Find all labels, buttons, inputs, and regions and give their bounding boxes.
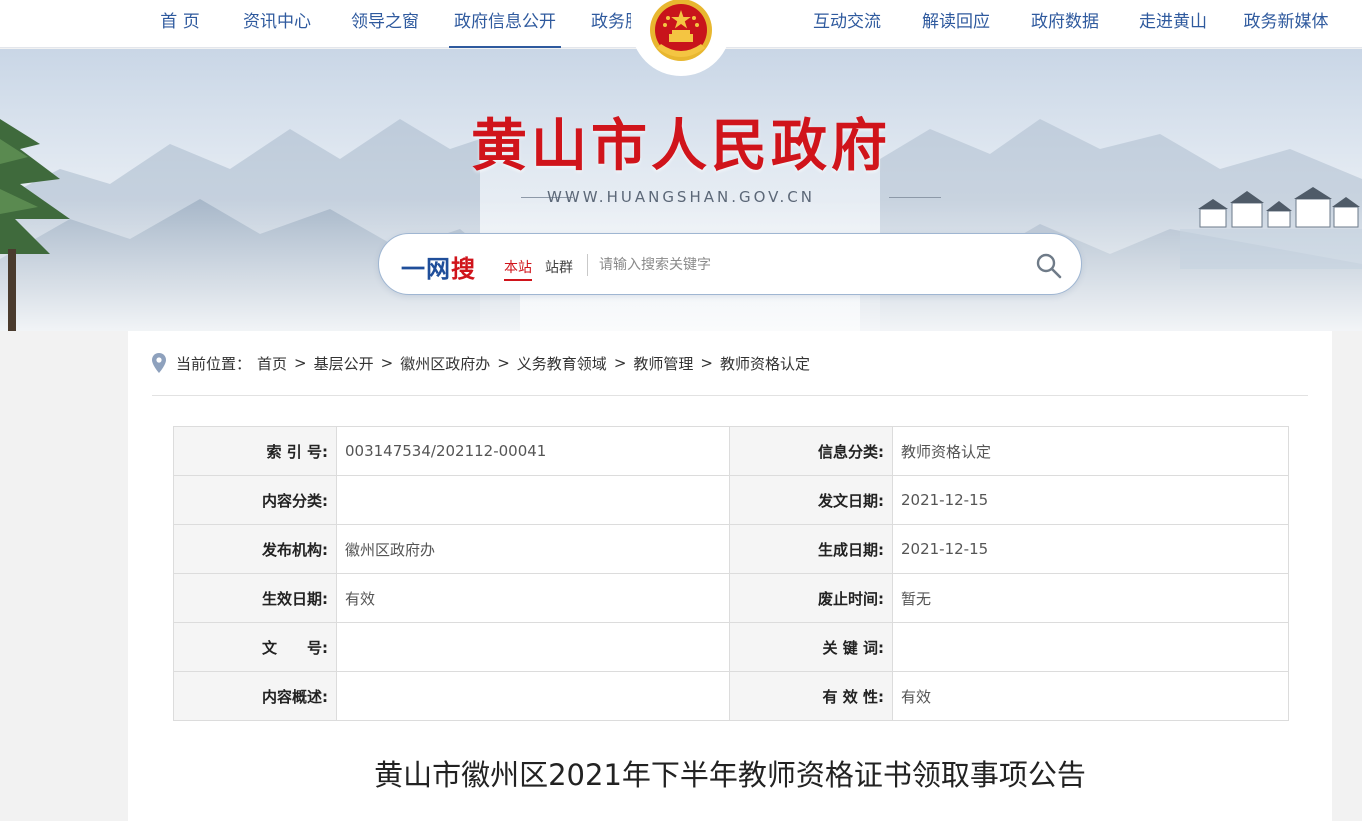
meta-key: 废止时间:: [729, 573, 893, 623]
breadcrumb-separator: >: [380, 354, 394, 372]
meta-key: 内容分类:: [173, 475, 337, 525]
breadcrumb-separator: >: [700, 354, 713, 372]
meta-value: [336, 671, 730, 721]
document-metadata-table: 索 引 号: 003147534/202112-00041 信息分类: 教师资格…: [173, 426, 1289, 721]
site-url: WWW.HUANGSHAN.GOV.CN: [547, 188, 815, 206]
meta-value: 2021-12-15: [892, 475, 1289, 525]
breadcrumb-huizhou-office[interactable]: 徽州区政府办: [400, 353, 490, 374]
breadcrumb-separator: >: [294, 354, 307, 372]
nav-item-home[interactable]: 首 页: [150, 0, 210, 48]
breadcrumb-home[interactable]: 首页: [257, 353, 287, 374]
meta-key: 内容概述:: [173, 671, 337, 721]
breadcrumb-divider: [152, 395, 1308, 396]
breadcrumb-separator: >: [613, 354, 627, 372]
meta-key: 文 号:: [173, 622, 337, 672]
meta-value: 有效: [336, 573, 730, 623]
meta-key: 信息分类:: [729, 426, 893, 476]
meta-key: 发布机构:: [173, 524, 337, 574]
breadcrumb-label: 当前位置：: [176, 354, 252, 373]
nav-item-gov-info-disclosure[interactable]: 政府信息公开: [449, 0, 561, 48]
breadcrumb-teacher-certification[interactable]: 教师资格认定: [720, 353, 810, 374]
breadcrumb-grassroots[interactable]: 基层公开: [314, 353, 374, 374]
meta-value: 有效: [892, 671, 1289, 721]
meta-value: [336, 622, 730, 672]
meta-value: 2021-12-15: [892, 524, 1289, 574]
nav-item-about-huangshan[interactable]: 走进黄山: [1128, 0, 1218, 48]
meta-value: [892, 622, 1289, 672]
table-row: 生效日期: 有效 废止时间: 暂无: [173, 573, 1289, 623]
meta-value: [336, 475, 730, 525]
header-banner: 黄山市人民政府 WWW.HUANGSHAN.GOV.CN 一网搜 本站 站群: [0, 49, 1362, 331]
search-scope-site-group[interactable]: 站群: [545, 257, 573, 277]
map-pin-icon: [152, 353, 166, 373]
meta-value: 003147534/202112-00041: [336, 426, 730, 476]
breadcrumb-separator: >: [497, 354, 510, 372]
article-title: 黄山市徽州区2021年下半年教师资格证书领取事项公告: [374, 758, 1086, 792]
nav-item-new-media[interactable]: 政务新媒体: [1236, 0, 1336, 48]
meta-key: 有 效 性:: [729, 671, 893, 721]
meta-key: 发文日期:: [729, 475, 893, 525]
breadcrumb-compulsory-education[interactable]: 义务教育领域: [517, 353, 607, 374]
meta-key: 生成日期:: [729, 524, 893, 574]
nav-item-leaders[interactable]: 领导之窗: [340, 0, 430, 48]
search-divider: [587, 254, 588, 276]
search-input[interactable]: [599, 250, 1019, 280]
meta-key: 索 引 号:: [173, 426, 337, 476]
meta-key: 生效日期:: [173, 573, 337, 623]
meta-value: 徽州区政府办: [336, 524, 730, 574]
site-title: 黄山市人民政府: [471, 113, 891, 179]
national-emblem-icon[interactable]: [631, 0, 731, 76]
nav-item-gov-data[interactable]: 政府数据: [1020, 0, 1110, 48]
url-divider-right: [889, 197, 941, 198]
table-row: 文 号: 关 键 词:: [173, 622, 1289, 672]
meta-value: 教师资格认定: [892, 426, 1289, 476]
table-row: 发布机构: 徽州区政府办 生成日期: 2021-12-15: [173, 524, 1289, 574]
table-row: 索 引 号: 003147534/202112-00041 信息分类: 教师资格…: [173, 426, 1289, 476]
meta-value: 暂无: [892, 573, 1289, 623]
search-icon[interactable]: [1035, 252, 1063, 280]
nav-item-interaction[interactable]: 互动交流: [802, 0, 892, 48]
nav-item-news-center[interactable]: 资讯中心: [232, 0, 322, 48]
meta-key: 关 键 词:: [729, 622, 893, 672]
nav-item-interpretation[interactable]: 解读回应: [911, 0, 1001, 48]
breadcrumb-teacher-management[interactable]: 教师管理: [633, 353, 693, 374]
table-row: 内容概述: 有 效 性: 有效: [173, 671, 1289, 721]
search-logo: 一网搜: [401, 255, 476, 283]
content-panel: 当前位置： 首页 > 基层公开 > 徽州区政府办 > 义务教育领域 > 教师管理…: [128, 331, 1332, 821]
search-scope-this-site[interactable]: 本站: [504, 257, 532, 281]
search-bar: 一网搜 本站 站群: [378, 233, 1082, 295]
breadcrumb: 当前位置： 首页 > 基层公开 > 徽州区政府办 > 义务教育领域 > 教师管理…: [152, 351, 810, 375]
table-row: 内容分类: 发文日期: 2021-12-15: [173, 475, 1289, 525]
